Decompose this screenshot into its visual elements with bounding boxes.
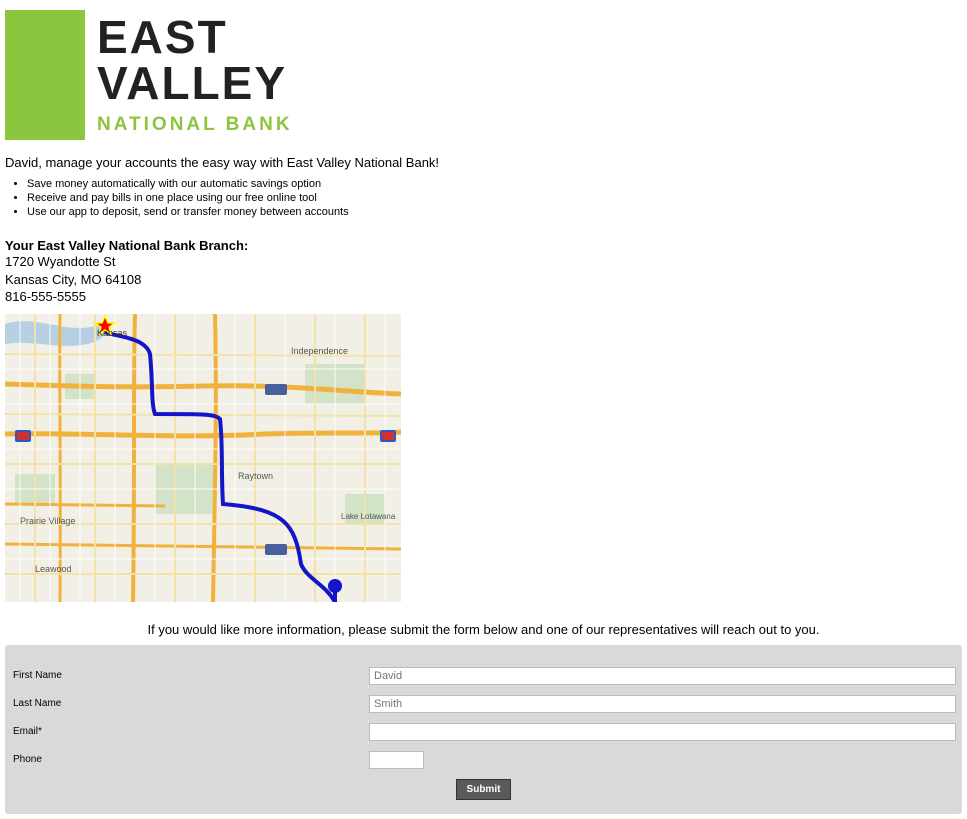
feature-item: Save money automatically with our automa… xyxy=(27,178,962,190)
last-name-input[interactable] xyxy=(369,695,956,713)
branch-title: Your East Valley National Bank Branch: xyxy=(5,238,962,253)
submit-button[interactable]: Submit xyxy=(456,779,512,800)
logo-color-block xyxy=(5,10,85,140)
first-name-label: First Name xyxy=(11,670,369,681)
phone-input[interactable] xyxy=(369,751,424,769)
logo-subtitle: NATIONAL BANK xyxy=(97,114,293,136)
email-label: Email* xyxy=(11,726,369,737)
map-label-independence: Independence xyxy=(291,346,348,356)
logo-line-1: EAST xyxy=(97,14,293,60)
branch-address-1: 1720 Wyandotte St xyxy=(5,253,962,271)
map-label-lakelot: Lake Lotawana xyxy=(341,512,396,521)
feature-item: Use our app to deposit, send or transfer… xyxy=(27,206,962,218)
phone-label: Phone xyxy=(11,754,369,765)
logo: EAST VALLEY NATIONAL BANK xyxy=(5,10,962,140)
first-name-input[interactable] xyxy=(369,667,956,685)
map-label-leawood: Leawood xyxy=(35,564,72,574)
email-input[interactable] xyxy=(369,723,956,741)
map-label-kansas: Kansas xyxy=(97,328,128,338)
map-label-raytown: Raytown xyxy=(238,471,273,481)
last-name-label: Last Name xyxy=(11,698,369,709)
map-label-prairie: Prairie Village xyxy=(20,516,75,526)
branch-map: Kansas Independence Raytown Prairie Vill… xyxy=(5,314,401,602)
feature-list: Save money automatically with our automa… xyxy=(5,178,962,218)
branch-address-2: Kansas City, MO 64108 xyxy=(5,271,962,289)
logo-line-2: VALLEY xyxy=(97,60,293,106)
form-intro: If you would like more information, plea… xyxy=(5,622,962,637)
feature-item: Receive and pay bills in one place using… xyxy=(27,192,962,204)
contact-form: First Name Last Name Email* Phone Submit xyxy=(5,645,962,814)
intro-text: David, manage your accounts the easy way… xyxy=(5,155,962,170)
branch-info: Your East Valley National Bank Branch: 1… xyxy=(5,238,962,306)
logo-text: EAST VALLEY NATIONAL BANK xyxy=(97,10,293,140)
branch-phone: 816-555-5555 xyxy=(5,288,962,306)
